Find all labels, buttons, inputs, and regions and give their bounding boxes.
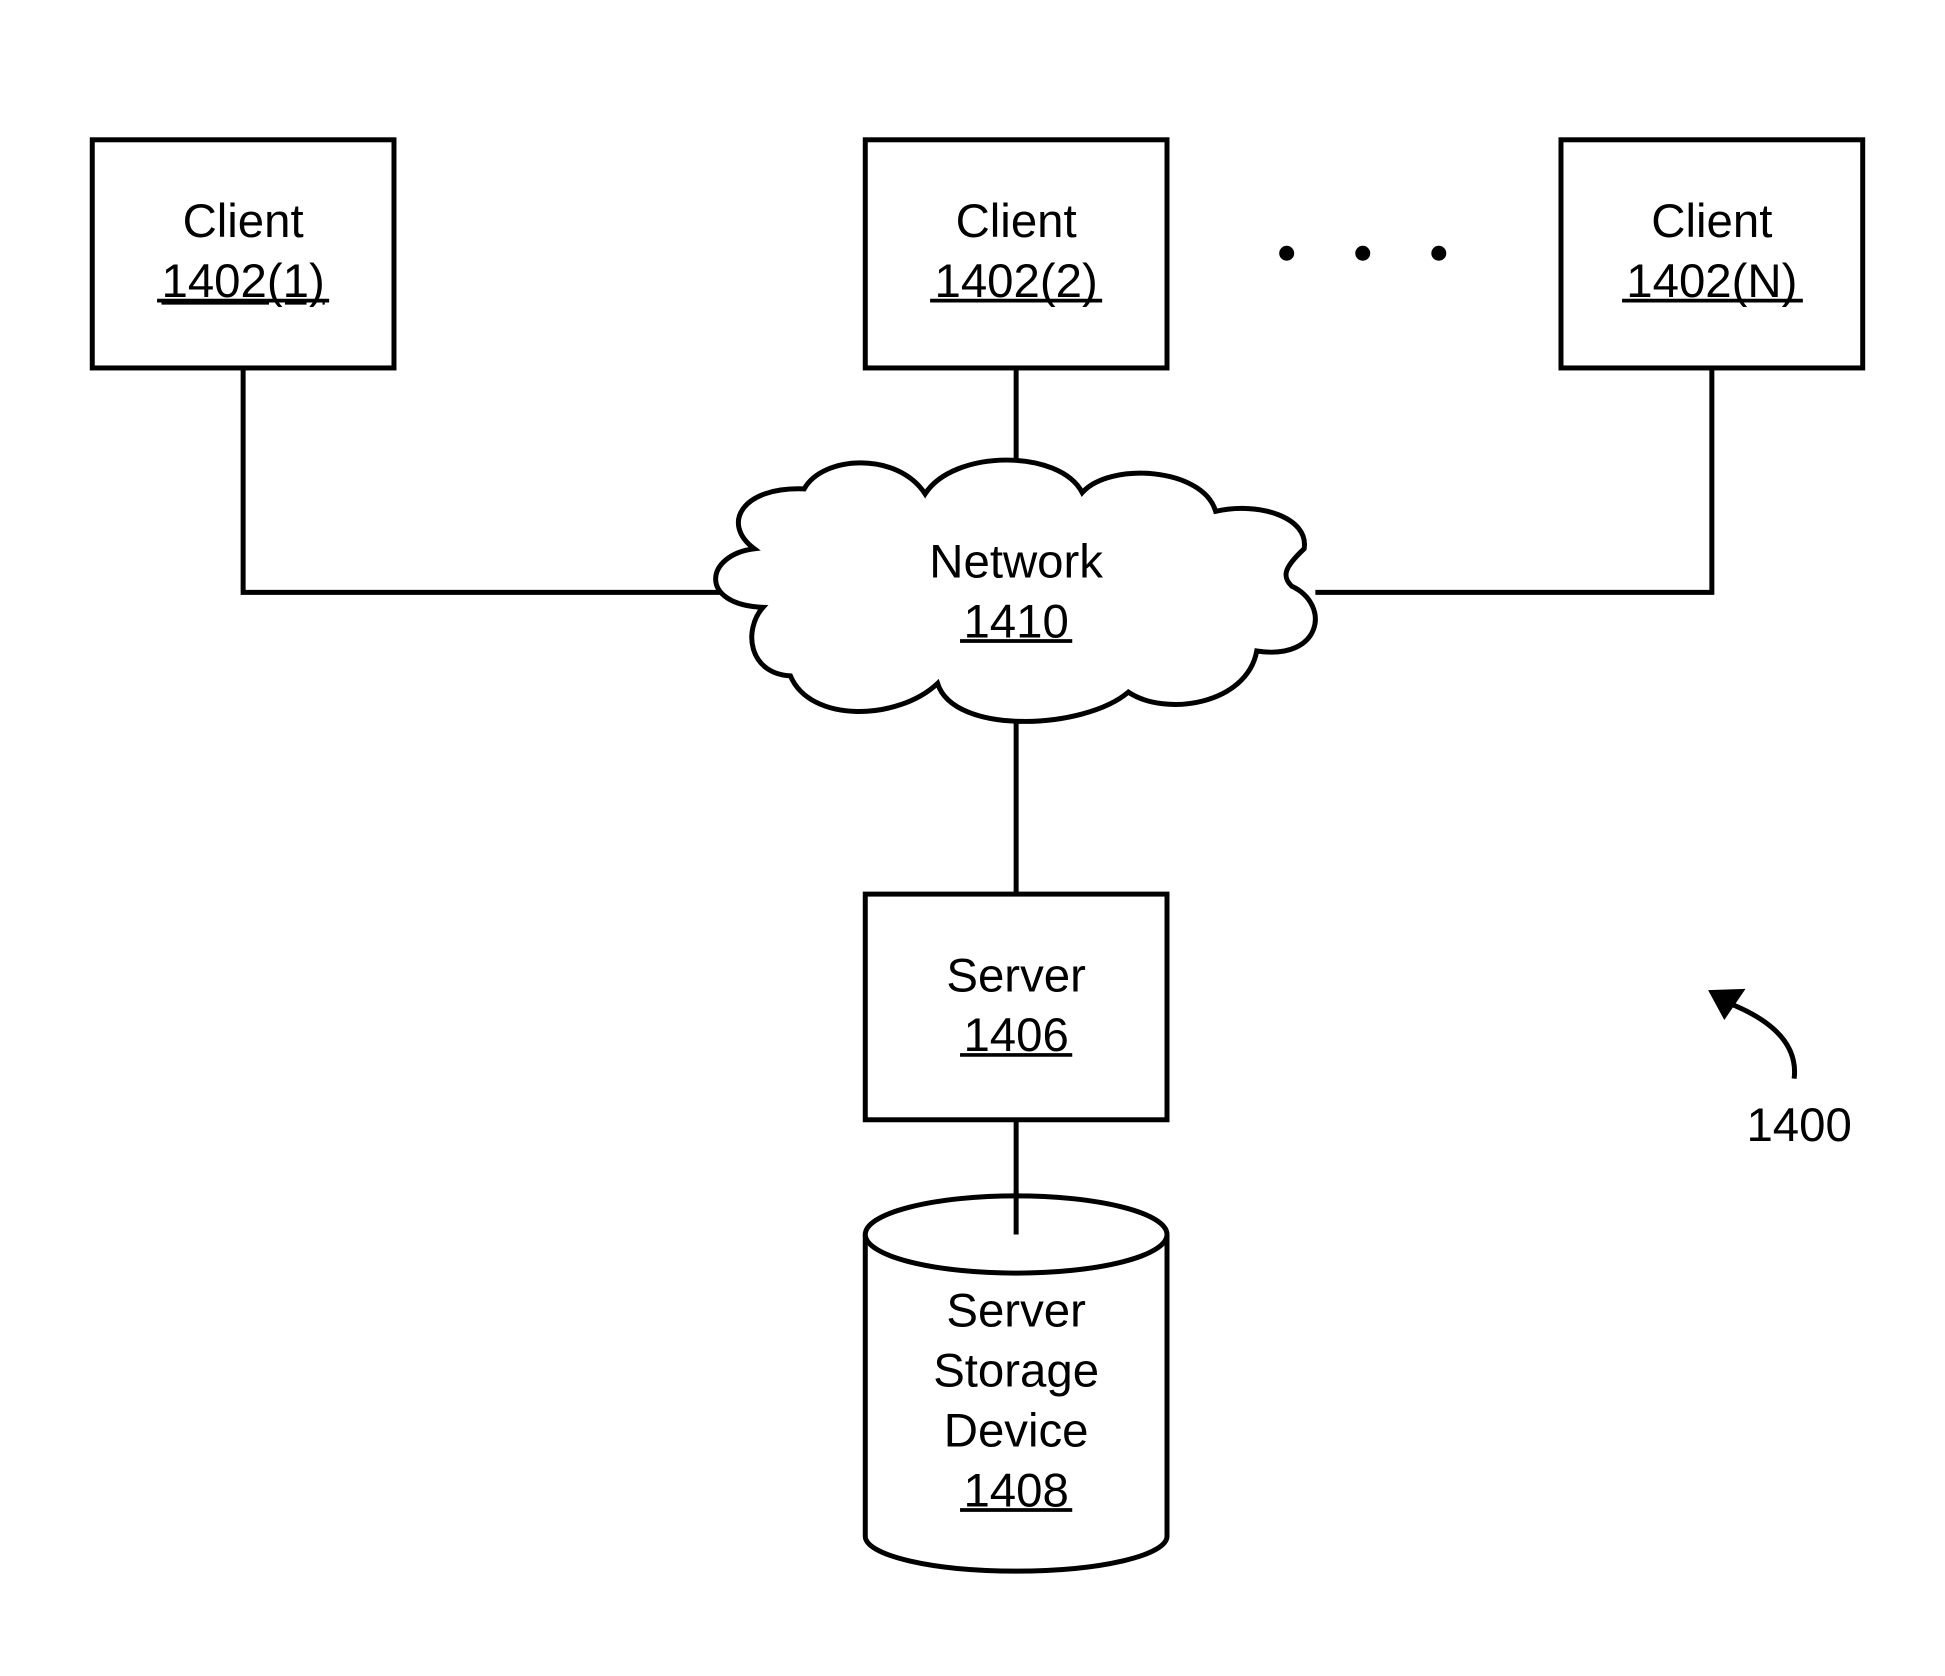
client-box-2 (862, 137, 1170, 371)
client-label-n: Client (1651, 195, 1772, 248)
client-node-2: Client 1402(2) (862, 137, 1170, 371)
network-diagram: Client 1402(1) Client 1402(2) Client 140… (89, 137, 1866, 1574)
client-label-2: Client (956, 195, 1077, 248)
ellipsis-dot (1355, 245, 1371, 261)
network-node: Network 1410 (713, 457, 1318, 724)
figure-number: 1400 (1746, 1099, 1851, 1152)
reference-arrow-curve (1729, 1001, 1798, 1079)
reference-arrowhead-icon (1708, 988, 1746, 1021)
server-node: Server 1406 (862, 891, 1170, 1123)
client-box-1 (89, 137, 397, 371)
client-node-n: Client 1402(N) (1558, 137, 1866, 371)
network-cloud-shape (713, 457, 1318, 724)
server-label: Server (946, 949, 1085, 1002)
storage-node: Server Storage Device 1408 (862, 1190, 1170, 1574)
connector-clientN-network (1315, 367, 1715, 595)
network-label: Network (929, 535, 1103, 588)
storage-label-line-2: Storage (933, 1345, 1099, 1398)
client-box-n (1558, 137, 1866, 371)
server-box (862, 891, 1170, 1123)
client-node-1: Client 1402(1) (89, 137, 397, 371)
ellipsis-dot (1431, 245, 1447, 261)
ellipsis-dot (1279, 245, 1295, 261)
connector-client1-network (240, 367, 721, 595)
storage-label-line-3: Device (944, 1404, 1089, 1457)
storage-label-line-1: Server (946, 1285, 1085, 1338)
client-label-1: Client (183, 195, 304, 248)
figure-reference: 1400 (1708, 988, 1852, 1152)
ellipsis-dots (1279, 245, 1447, 261)
